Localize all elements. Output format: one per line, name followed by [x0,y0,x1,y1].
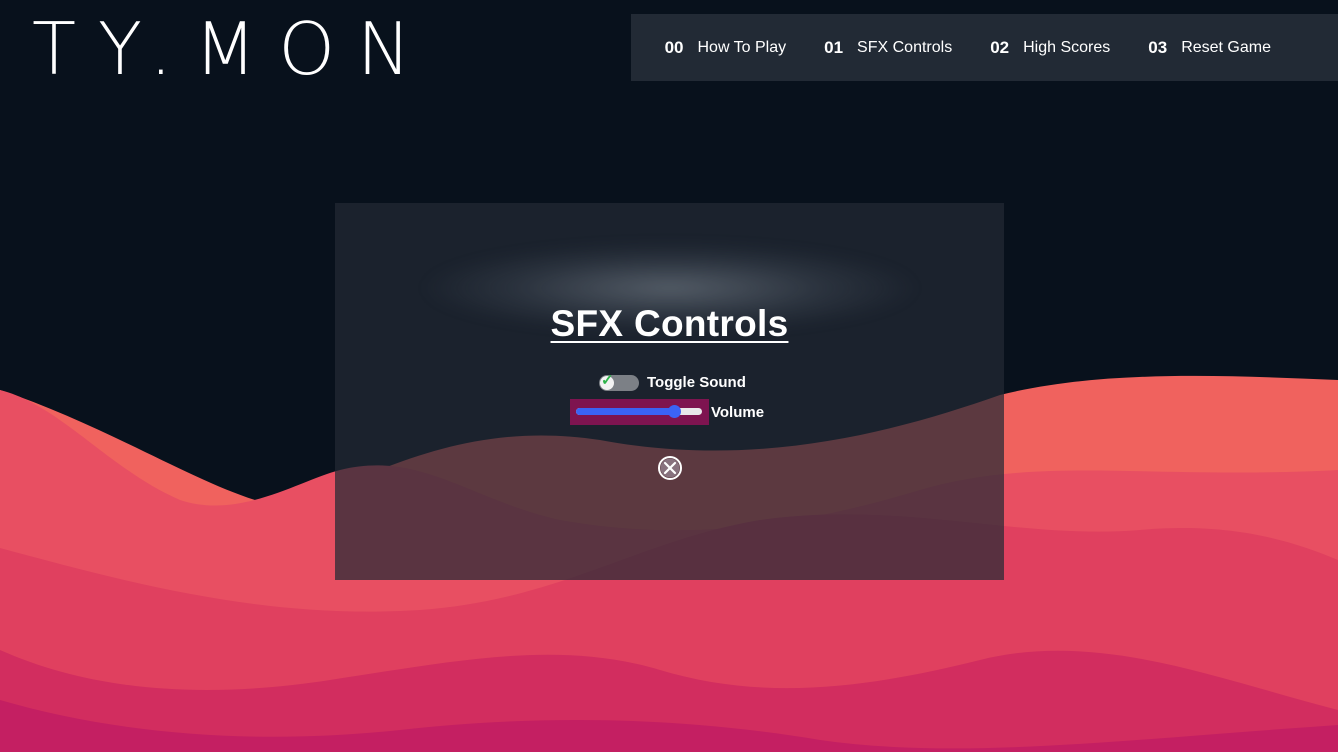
checkmark-icon: ✓ [601,371,614,389]
circle-x-icon [658,456,682,480]
nav-item-number: 01 [824,37,844,57]
nav-item-high-scores[interactable]: 02 High Scores [990,38,1110,58]
nav-item-sfx-controls[interactable]: 01 SFX Controls [824,38,952,58]
toggle-sound-row: ✓ Toggle Sound [599,371,746,391]
volume-slider-fill [576,408,675,415]
top-nav: 00 How To Play 01 SFX Controls 02 High S… [631,14,1338,81]
sound-toggle-switch[interactable]: ✓ [599,371,639,391]
nav-item-number: 02 [990,37,1010,57]
nav-item-number: 03 [1148,37,1168,57]
nav-item-reset-game[interactable]: 03 Reset Game [1148,38,1271,58]
volume-label: Volume [711,403,765,421]
game-screen: TY.MON 00 How To Play 01 SFX Controls 02… [0,0,1338,752]
toggle-sound-label: Toggle Sound [647,374,746,391]
nav-item-label: High Scores [1023,38,1111,56]
close-button[interactable] [657,455,683,481]
logo: TY.MON [32,7,433,91]
nav-item-number: 00 [664,37,684,57]
volume-row: Volume [570,399,764,425]
volume-slider-track [576,408,702,415]
nav-item-label: Reset Game [1181,38,1271,56]
volume-slider-thumb[interactable] [668,405,682,418]
sfx-controls-modal: SFX Controls ✓ Toggle Sound Volume [335,203,1004,580]
modal-title: SFX Controls [550,303,789,344]
volume-slider[interactable] [570,399,709,425]
nav-item-label: How To Play [697,38,787,56]
nav-item-how-to-play[interactable]: 00 How To Play [665,38,787,58]
nav-item-label: SFX Controls [857,38,953,56]
